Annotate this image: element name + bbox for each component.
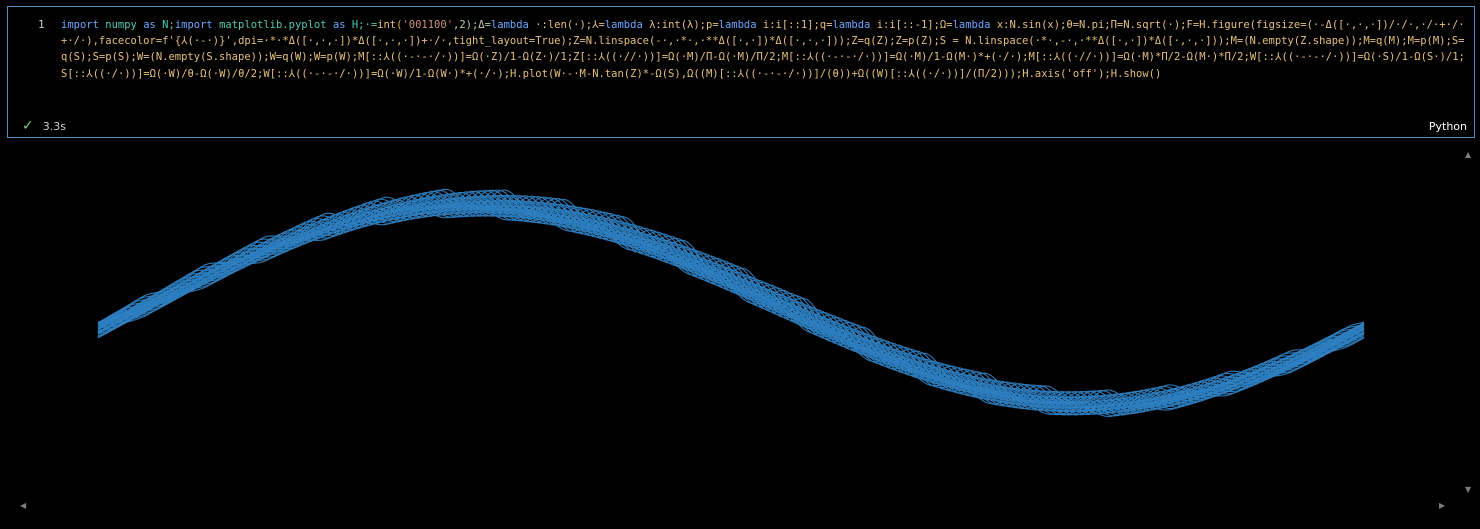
plot-line bbox=[97, 205, 1365, 416]
plot-line bbox=[97, 196, 1365, 411]
plot-line bbox=[97, 191, 1365, 408]
check-icon: ✓ bbox=[22, 118, 34, 134]
scroll-right-icon[interactable]: ▶ bbox=[1439, 502, 1445, 510]
code-token: H;·= bbox=[345, 19, 378, 31]
code-cell[interactable]: 1 import numpy as N;import matplotlib.py… bbox=[7, 6, 1475, 138]
code-token: import bbox=[61, 19, 99, 31]
output-plot bbox=[97, 188, 1365, 417]
code-token: ,2);Δ= bbox=[453, 19, 491, 31]
plot-line bbox=[97, 190, 1365, 407]
scroll-left-icon[interactable]: ◀ bbox=[20, 502, 26, 510]
code-editor[interactable]: import numpy as N;import matplotlib.pypl… bbox=[61, 17, 1466, 82]
plot-lines bbox=[97, 188, 1365, 417]
code-token: lambda bbox=[832, 19, 871, 31]
plot-line bbox=[97, 193, 1365, 409]
code-token: lambda bbox=[952, 19, 991, 31]
code-token: '001100' bbox=[402, 19, 454, 31]
code-token: lambda bbox=[718, 19, 757, 31]
code-token: i:i[::-1];Ω= bbox=[870, 19, 953, 31]
code-token: int bbox=[377, 19, 397, 31]
code-token: matplotlib.pyplot bbox=[212, 19, 333, 31]
plot-line bbox=[97, 195, 1365, 410]
plot-line bbox=[97, 199, 1365, 412]
plot-line bbox=[97, 190, 1365, 407]
plot-line bbox=[97, 201, 1365, 415]
code-token: lambda bbox=[604, 19, 643, 31]
scroll-down-icon[interactable]: ▼ bbox=[1465, 486, 1471, 494]
code-token: ·:len(·);⅄= bbox=[528, 19, 605, 31]
execution-time: 3.3s bbox=[42, 119, 66, 133]
plot-line bbox=[97, 194, 1365, 409]
code-token: as bbox=[332, 19, 346, 31]
line-number: 1 bbox=[38, 18, 45, 31]
execution-status: ✓ 3.3s bbox=[22, 119, 66, 133]
language-indicator[interactable]: Python bbox=[1429, 120, 1467, 133]
plot-line bbox=[97, 196, 1365, 412]
plot-line bbox=[97, 195, 1365, 411]
scroll-up-icon[interactable]: ▲ bbox=[1465, 151, 1471, 159]
plot-line bbox=[97, 189, 1365, 406]
plot-line bbox=[97, 205, 1365, 417]
plot-line bbox=[97, 192, 1365, 409]
plot-line bbox=[97, 189, 1365, 406]
code-token: lambda bbox=[490, 19, 529, 31]
code-token: i:i[::1];q= bbox=[756, 19, 833, 31]
plot-line bbox=[97, 188, 1365, 406]
plot-line bbox=[97, 205, 1365, 416]
plot-line bbox=[97, 189, 1365, 406]
plot-line bbox=[97, 194, 1365, 409]
plot-line bbox=[97, 195, 1365, 409]
code-token: import bbox=[174, 19, 213, 31]
code-token: N; bbox=[155, 19, 175, 31]
code-token: numpy bbox=[98, 19, 144, 31]
code-token: λ:int(λ);p= bbox=[642, 19, 719, 31]
plot-line bbox=[97, 191, 1365, 408]
code-token: as bbox=[143, 19, 156, 31]
